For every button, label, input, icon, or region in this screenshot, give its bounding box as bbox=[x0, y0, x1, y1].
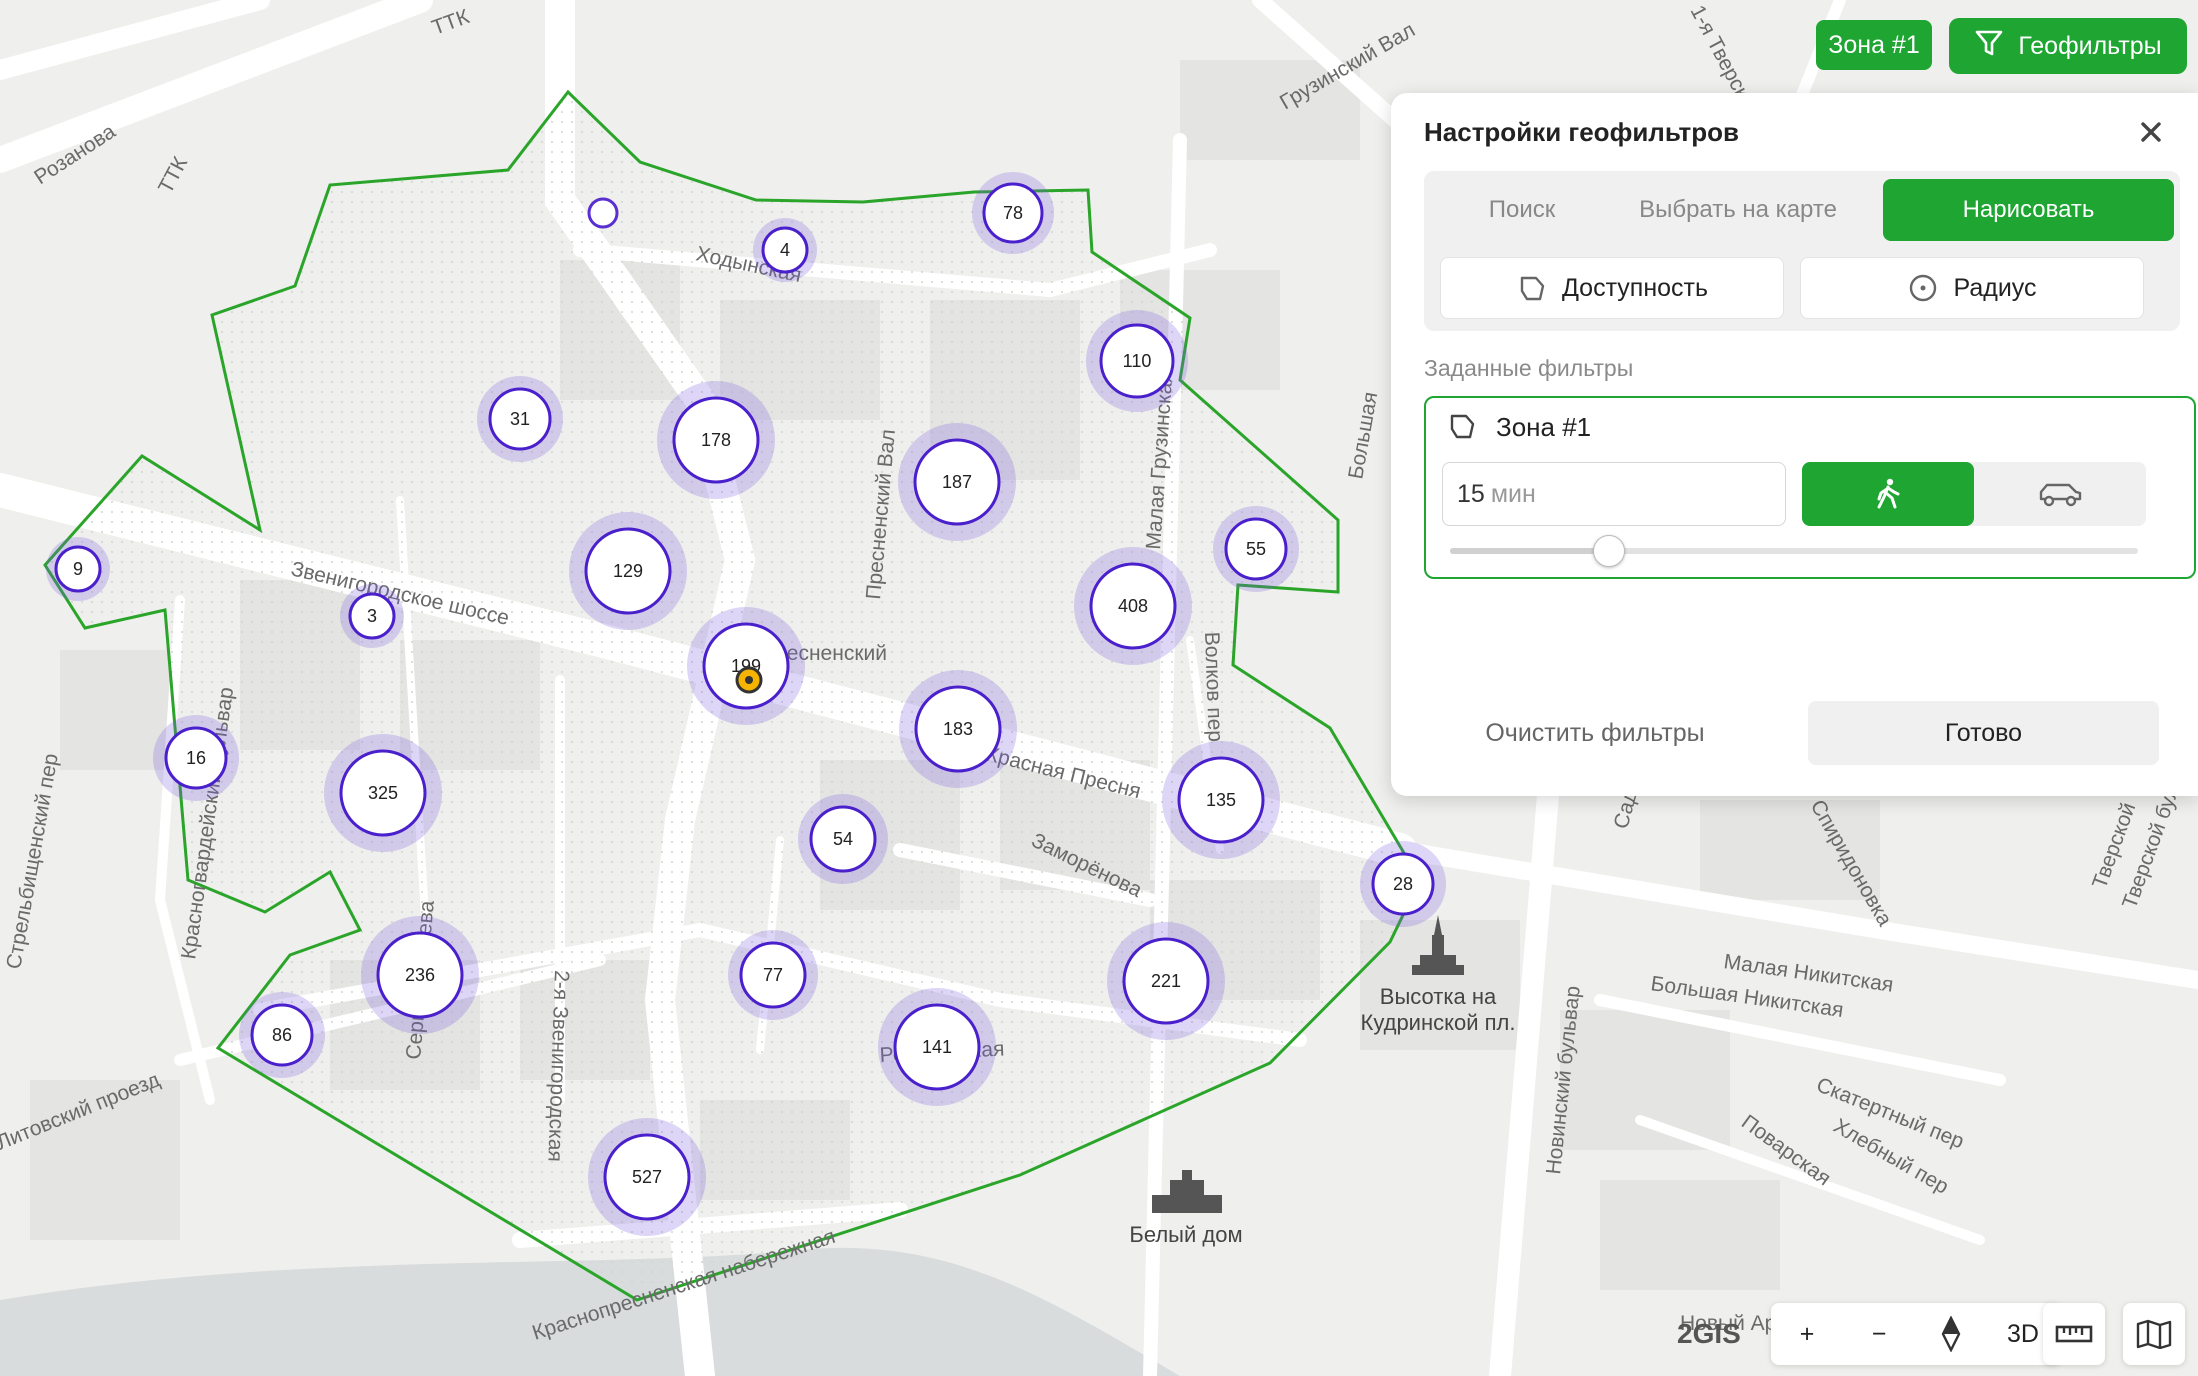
cluster-marker[interactable]: 236 bbox=[361, 916, 479, 1034]
transport-toggle bbox=[1802, 462, 2146, 526]
cluster-count: 4 bbox=[780, 240, 790, 260]
cluster-count: 325 bbox=[368, 783, 398, 803]
cluster-marker[interactable]: 527 bbox=[588, 1118, 706, 1236]
white-house-label: Белый дом bbox=[1129, 1222, 1242, 1247]
time-unit: мин bbox=[1490, 479, 1536, 508]
cluster-count: 86 bbox=[272, 1025, 292, 1045]
car-icon bbox=[2039, 483, 2082, 507]
cluster-count: 31 bbox=[510, 409, 530, 429]
cluster-marker[interactable]: 3 bbox=[340, 584, 404, 648]
cluster-marker[interactable]: 86 bbox=[239, 992, 325, 1078]
cluster-marker[interactable]: 31 bbox=[477, 376, 563, 462]
vysotka-label: Высотка на bbox=[1380, 984, 1497, 1009]
close-icon bbox=[2141, 122, 2161, 142]
zone-chip-label: Зона #1 bbox=[1828, 30, 1920, 59]
time-slider-fill bbox=[1450, 548, 1609, 554]
filter-mode-section: Поиск Выбрать на карте Нарисовать Доступ… bbox=[1424, 171, 2180, 331]
cluster-marker[interactable]: 4 bbox=[753, 218, 817, 282]
map-layers-icon bbox=[2136, 1319, 2172, 1349]
done-button[interactable]: Готово bbox=[1808, 701, 2159, 765]
compass-icon bbox=[1941, 1316, 1961, 1352]
cluster-marker[interactable]: 199 bbox=[687, 607, 805, 725]
tab-search[interactable]: Поиск bbox=[1432, 179, 1612, 241]
zone-polygon-icon bbox=[1520, 276, 1545, 301]
walk-mode-button[interactable] bbox=[1802, 462, 1974, 526]
radius-button[interactable]: Радиус bbox=[1800, 257, 2144, 319]
zoom-in-button[interactable]: + bbox=[1771, 1303, 1843, 1365]
zone-name: Зона #1 bbox=[1496, 412, 1592, 442]
zone-polygon-icon bbox=[1450, 414, 1475, 439]
applied-filters-heading: Заданные фильтры bbox=[1424, 355, 1634, 381]
cluster-count: 78 bbox=[1003, 203, 1023, 223]
cluster-marker[interactable]: 54 bbox=[798, 794, 888, 884]
svg-text:Волков пер: Волков пер bbox=[1200, 631, 1227, 742]
cluster-marker[interactable]: 178 bbox=[657, 381, 775, 499]
map-layers-button[interactable] bbox=[2123, 1303, 2185, 1365]
cluster-count: 221 bbox=[1151, 971, 1181, 991]
cluster-count: 236 bbox=[405, 965, 435, 985]
cluster-marker[interactable]: 110 bbox=[1086, 310, 1188, 412]
filter-funnel-icon bbox=[1974, 28, 2004, 65]
location-pin-icon[interactable] bbox=[735, 666, 763, 694]
2gis-logo: 2GIS bbox=[1677, 1318, 1741, 1349]
cluster-count: 77 bbox=[763, 965, 783, 985]
geofilter-settings-panel: Настройки геофильтров Поиск Выбрать на к… bbox=[1391, 93, 2198, 796]
vysotka-label-2: Кудринской пл. bbox=[1361, 1010, 1516, 1035]
cluster-marker[interactable]: 16 bbox=[153, 715, 239, 801]
time-input[interactable]: 15 мин bbox=[1442, 462, 1786, 526]
cluster-marker[interactable]: 78 bbox=[972, 172, 1054, 254]
clear-filters-button[interactable]: Очистить фильтры bbox=[1424, 701, 1766, 765]
car-mode-button[interactable] bbox=[1974, 462, 2146, 526]
geofilters-label: Геофильтры bbox=[2018, 31, 2162, 60]
cluster-marker[interactable]: 77 bbox=[728, 930, 818, 1020]
cluster-count: 28 bbox=[1393, 874, 1413, 894]
cluster-marker[interactable]: 141 bbox=[878, 988, 996, 1106]
panel-title: Настройки геофильтров bbox=[1424, 117, 1739, 147]
tab-pick-on-map[interactable]: Выбрать на карте bbox=[1612, 179, 1864, 241]
close-button[interactable] bbox=[2134, 115, 2168, 149]
zoom-out-button[interactable]: − bbox=[1843, 1303, 1915, 1365]
walking-person-icon bbox=[1877, 478, 1900, 509]
cluster-count: 141 bbox=[922, 1037, 952, 1057]
cluster-marker[interactable]: 28 bbox=[1360, 841, 1446, 927]
cluster-marker[interactable]: 187 bbox=[898, 423, 1016, 541]
cluster-count: 178 bbox=[701, 430, 731, 450]
cluster-marker[interactable]: 129 bbox=[569, 512, 687, 630]
cluster-count: 54 bbox=[833, 829, 853, 849]
cluster-marker[interactable]: 135 bbox=[1162, 741, 1280, 859]
time-value: 15 bbox=[1457, 479, 1485, 508]
cluster-count: 135 bbox=[1206, 790, 1236, 810]
ruler-icon bbox=[2055, 1325, 2093, 1343]
cluster-marker[interactable]: 408 bbox=[1074, 547, 1192, 665]
geofilters-button[interactable]: Геофильтры bbox=[1949, 18, 2187, 74]
map-controls: + − 3D bbox=[1771, 1303, 2061, 1365]
cluster-count: 527 bbox=[632, 1167, 662, 1187]
cluster-count: 110 bbox=[1123, 351, 1152, 371]
cluster-count: 9 bbox=[73, 559, 83, 579]
accessibility-button[interactable]: Доступность bbox=[1440, 257, 1784, 319]
zone-chip-button[interactable]: Зона #1 bbox=[1816, 20, 1932, 70]
cluster-count: 16 bbox=[186, 748, 206, 768]
cluster-count: 129 bbox=[613, 561, 643, 581]
cluster-count: 187 bbox=[942, 472, 972, 492]
cluster-marker[interactable]: 325 bbox=[324, 734, 442, 852]
ruler-button[interactable] bbox=[2043, 1303, 2105, 1365]
cluster-count: 408 bbox=[1118, 596, 1148, 616]
cluster-marker[interactable]: 221 bbox=[1107, 922, 1225, 1040]
cluster-marker[interactable]: 183 bbox=[899, 670, 1017, 788]
time-slider-thumb[interactable] bbox=[1593, 535, 1626, 567]
cluster-count: 55 bbox=[1246, 539, 1266, 559]
radius-circle-icon bbox=[1910, 274, 1937, 302]
single-marker[interactable] bbox=[587, 197, 619, 229]
zone-filter-card[interactable]: Зона #1 15 мин bbox=[1424, 396, 2196, 579]
cluster-marker[interactable]: 9 bbox=[46, 537, 110, 601]
cluster-marker[interactable]: 55 bbox=[1213, 506, 1299, 592]
radius-label: Радиус bbox=[1953, 273, 2037, 302]
tab-draw[interactable]: Нарисовать bbox=[1883, 179, 2174, 241]
compass-button[interactable] bbox=[1915, 1303, 1987, 1365]
cluster-count: 3 bbox=[367, 606, 377, 626]
accessibility-label: Доступность bbox=[1561, 273, 1709, 302]
time-slider[interactable] bbox=[1450, 535, 2138, 567]
cluster-count: 183 bbox=[943, 719, 973, 739]
